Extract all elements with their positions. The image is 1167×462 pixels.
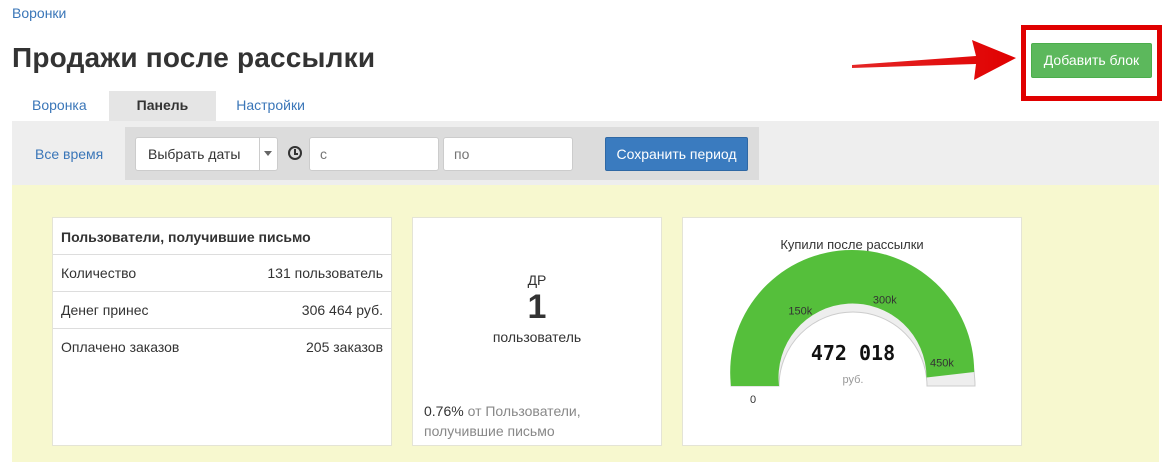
tab-panel[interactable]: Панель — [108, 91, 217, 121]
tab-bar: Воронка Панель Настройки — [12, 91, 325, 121]
add-block-button[interactable]: Добавить блок — [1031, 43, 1152, 78]
counter-unit: пользователь — [492, 329, 582, 345]
dashboard-area: Пользователи, получившие письмо Количест… — [12, 185, 1159, 462]
tab-settings[interactable]: Настройки — [216, 91, 325, 121]
counter-footer-percent: 0.76% — [424, 403, 464, 419]
dropdown-toggle[interactable] — [259, 138, 277, 170]
stats-row: Количество 131 пользователь — [53, 255, 391, 292]
date-to-input[interactable] — [443, 137, 573, 171]
period-group: Выбрать даты Сохранить период — [125, 127, 759, 180]
stats-row: Денег принес 306 464 руб. — [53, 292, 391, 329]
breadcrumb[interactable]: Воронки — [12, 5, 66, 21]
stats-row-value: 306 464 руб. — [301, 302, 383, 318]
stats-card-title: Пользователи, получившие письмо — [53, 218, 391, 255]
stats-row-label: Денег принес — [61, 302, 149, 318]
period-toolbar: Все время Выбрать даты Сохранить период — [12, 121, 1159, 185]
stats-row: Оплачено заказов 205 заказов — [53, 329, 391, 366]
stats-row-value: 131 пользователь — [267, 265, 383, 281]
annotation-arrow-icon — [852, 40, 1016, 80]
gauge-chart: 150k 300k 450k 0 472 018 руб. — [730, 249, 976, 406]
tab-funnel[interactable]: Воронка — [12, 91, 109, 121]
caret-down-icon — [264, 151, 272, 156]
counter-label: ДР — [527, 272, 547, 288]
stats-row-label: Оплачено заказов — [61, 339, 180, 355]
date-from-input[interactable] — [309, 137, 439, 171]
save-period-button[interactable]: Сохранить период — [605, 137, 748, 171]
page-title: Продажи после рассылки — [12, 42, 376, 73]
gauge-unit: руб. — [843, 374, 864, 386]
date-range-select-label: Выбрать даты — [148, 146, 241, 162]
counter-footer: 0.76% от Пользователи, получившие письмо — [424, 401, 664, 441]
counter-card: ДР 1 пользователь 0.76% от Пользователи,… — [412, 217, 662, 446]
all-time-link[interactable]: Все время — [35, 146, 103, 162]
gauge-tick-label: 150k — [788, 306, 812, 318]
gauge-tick-label: 450k — [930, 358, 954, 370]
gauge-min-label: 0 — [750, 394, 756, 406]
gauge-tick-label: 300k — [873, 295, 897, 307]
date-range-select[interactable]: Выбрать даты — [135, 137, 278, 171]
gauge-card: Купили после рассылки 150k 300k 450k 0 4… — [682, 217, 1022, 446]
stats-row-value: 205 заказов — [306, 339, 383, 355]
clock-icon — [288, 146, 302, 160]
stats-card: Пользователи, получившие письмо Количест… — [52, 217, 392, 446]
gauge-value: 472 018 — [811, 341, 895, 365]
stats-row-label: Количество — [61, 265, 137, 281]
counter-value: 1 — [527, 288, 547, 326]
